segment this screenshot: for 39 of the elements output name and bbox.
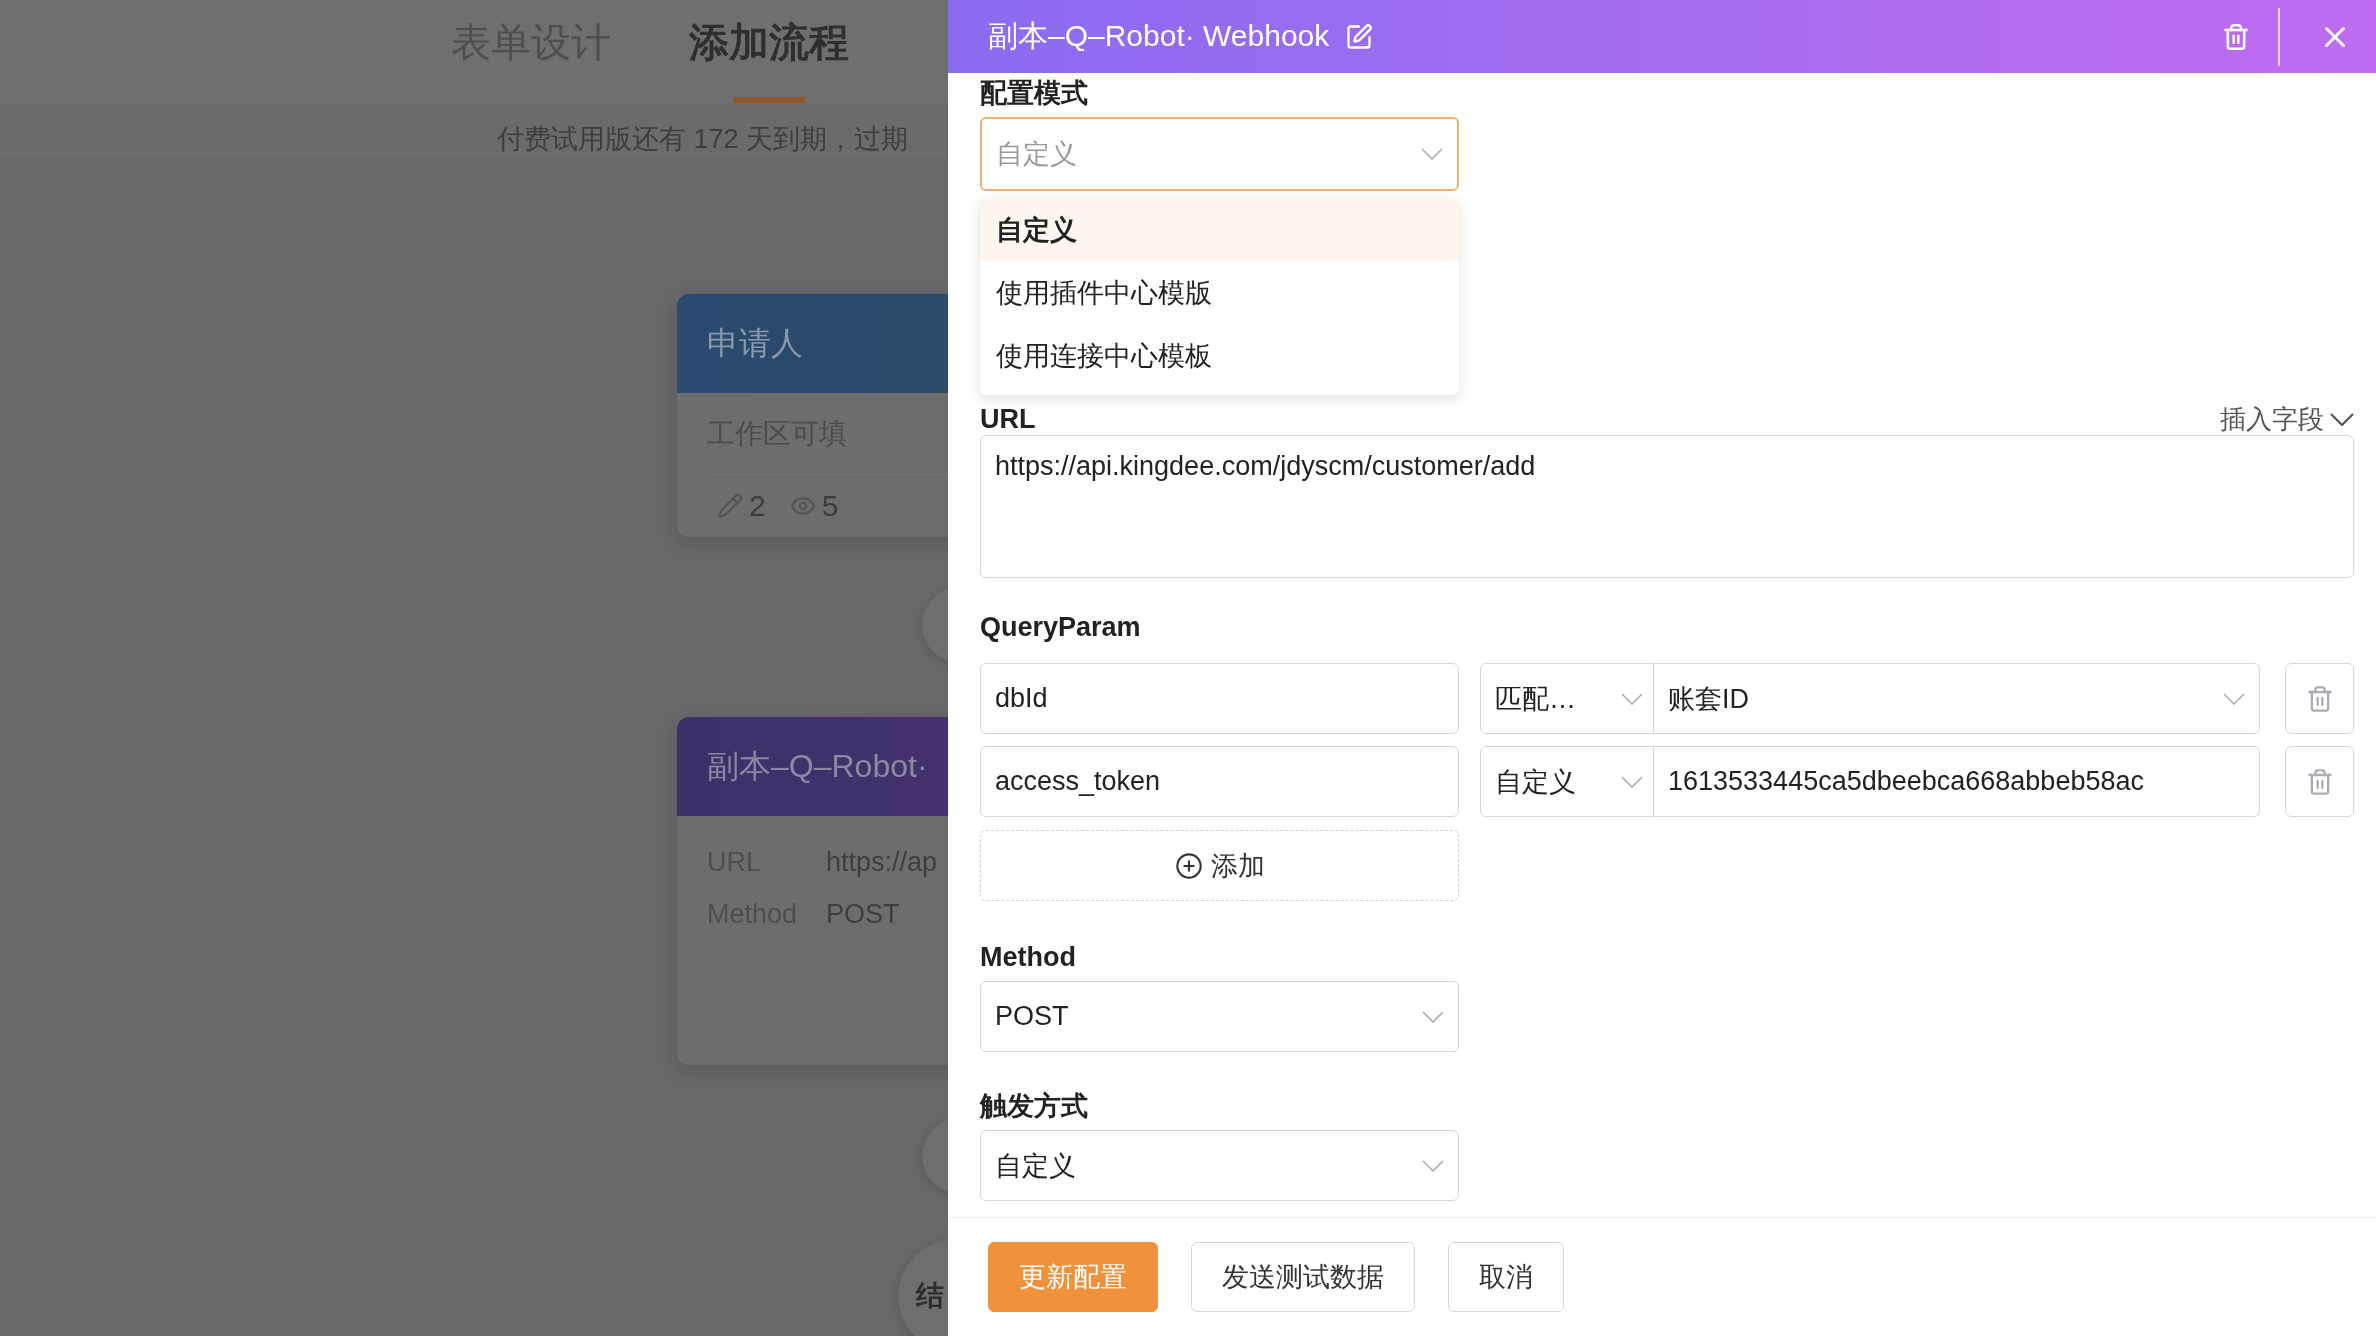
pencil-icon — [717, 493, 743, 519]
menu-item[interactable]: 使用插件中心模版 — [980, 261, 1459, 324]
edit-icon[interactable] — [1345, 22, 1374, 51]
menu-item[interactable]: 使用连接中心模板 — [980, 324, 1459, 387]
node-title: 副本–Q–Robot· — [707, 746, 928, 786]
footer-button[interactable]: 发送测试数据 — [1191, 1242, 1415, 1312]
add-button[interactable]: 添加 — [980, 830, 1459, 901]
chevron-down-icon — [2330, 412, 2354, 426]
field-label: QueryParam — [980, 611, 1142, 644]
param-key-field[interactable]: dbId — [980, 663, 1459, 734]
url-field[interactable]: https://api.kingdee.com/jdyscm/customer/add — [980, 435, 2354, 578]
trash-icon — [2305, 767, 2334, 796]
delete-button[interactable] — [2285, 746, 2354, 817]
menu-item[interactable]: 自定义 — [980, 198, 1459, 261]
value-select[interactable]: 账套ID — [1654, 663, 2260, 734]
drawer-title: 副本–Q–Robot· Webhook — [988, 18, 1330, 54]
delete-button[interactable] — [2285, 663, 2354, 734]
chevron-down-icon — [1422, 1010, 1444, 1023]
chevron-down-icon — [1421, 148, 1443, 160]
chevron-down-icon — [1422, 1159, 1444, 1172]
param-value-field[interactable]: 1613533445ca5dbeebca668abbeb58ac — [1654, 746, 2260, 817]
trash-icon — [2305, 684, 2334, 713]
select-field[interactable]: 自定义 — [980, 1130, 1459, 1201]
param-key-field[interactable]: access_token — [980, 746, 1459, 817]
mode-select[interactable]: 自定义 — [1480, 746, 1654, 817]
field-label: Method — [980, 941, 1077, 974]
field-label: URL — [980, 403, 1036, 436]
select-field[interactable]: POST — [980, 981, 1459, 1052]
insert-field-link[interactable]: 插入字段 — [2220, 401, 2354, 437]
footer-button[interactable]: 取消 — [1448, 1242, 1564, 1312]
trash-icon[interactable] — [2222, 22, 2250, 51]
field-label: 触发方式 — [980, 1090, 1089, 1123]
node-title: 申请人 — [707, 323, 803, 363]
mode-select[interactable]: 匹配… — [1480, 663, 1654, 734]
plus-circle-icon — [1174, 851, 1203, 880]
chevron-down-icon — [1621, 692, 1643, 705]
chevron-down-icon — [1621, 775, 1643, 788]
field-label: 配置模式 — [980, 77, 1089, 110]
chevron-down-icon — [2223, 692, 2245, 705]
